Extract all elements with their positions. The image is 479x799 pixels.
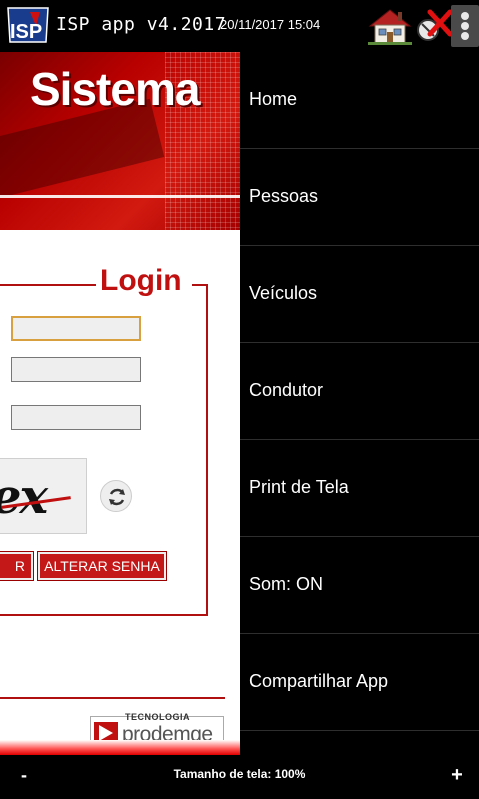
menu-item-label: Compartilhar App (249, 671, 389, 691)
overflow-menu-icon[interactable] (451, 5, 479, 47)
refresh-icon[interactable] (100, 480, 132, 512)
close-icon[interactable] (414, 6, 454, 44)
enter-button[interactable]: R (0, 551, 34, 581)
menu-item-label: Condutor (249, 380, 324, 400)
login-title: Login (100, 264, 182, 297)
menu-item-pessoas[interactable]: Pessoas (240, 149, 479, 246)
footer-divider (0, 697, 225, 699)
isp-logo: ISP (6, 6, 50, 46)
menu-item-label: Pessoas (249, 186, 319, 206)
login-frame-top-right (192, 284, 208, 286)
menu-dot (461, 22, 469, 30)
menu-item-print-de-tela[interactable]: Print de Tela (240, 440, 479, 537)
change-password-button[interactable]: ALTERAR SENHA (37, 551, 167, 581)
menu-item-label: Home (249, 89, 298, 109)
tech-label: TECNOLOGIA (125, 712, 190, 722)
menu-item-home[interactable]: Home (240, 52, 479, 149)
webview: Sistema Login ex R ALTERAR SENHA TECNOLO… (0, 52, 240, 755)
menu-dot (461, 12, 469, 20)
menu-item-condutor[interactable]: Condutor (240, 343, 479, 440)
password-field[interactable] (11, 357, 141, 382)
menu-dot (461, 32, 469, 40)
menu-item-label: Veículos (249, 283, 318, 303)
login-frame-top-left (0, 284, 96, 286)
banner-divider (0, 195, 240, 198)
captcha-field[interactable] (11, 405, 141, 430)
captcha-image: ex (0, 458, 87, 534)
app-title: ISP app v4.2017 (56, 14, 227, 35)
menu-item-label: Print de Tela (249, 477, 349, 497)
username-field[interactable] (11, 316, 141, 341)
datetime: 20/11/2017 15:04 (220, 17, 321, 32)
banner-title: Sistema (30, 63, 200, 115)
zoom-in-button[interactable]: + (446, 764, 468, 790)
menu-item-compartilhar-app[interactable]: Compartilhar App (240, 634, 479, 731)
menu-item-som[interactable]: Som: ON (240, 537, 479, 634)
logo-text: ISP (10, 21, 42, 43)
banner: Sistema (0, 52, 240, 230)
menu-item-veiculos[interactable]: Veículos (240, 246, 479, 343)
footer-glow (0, 740, 240, 755)
zoom-level-label: Tamanho de tela: 100% (173, 767, 306, 781)
menu-item-label: Som: ON (249, 574, 324, 594)
app-bar: ISP ISP app v4.2017 20/11/2017 15:04 (0, 0, 479, 52)
home-icon[interactable] (366, 6, 414, 46)
zoom-bar: - Tamanho de tela: 100% + (0, 755, 479, 799)
captcha-text: ex (0, 469, 48, 525)
side-menu: Home Pessoas Veículos Condutor Print de … (240, 52, 479, 755)
